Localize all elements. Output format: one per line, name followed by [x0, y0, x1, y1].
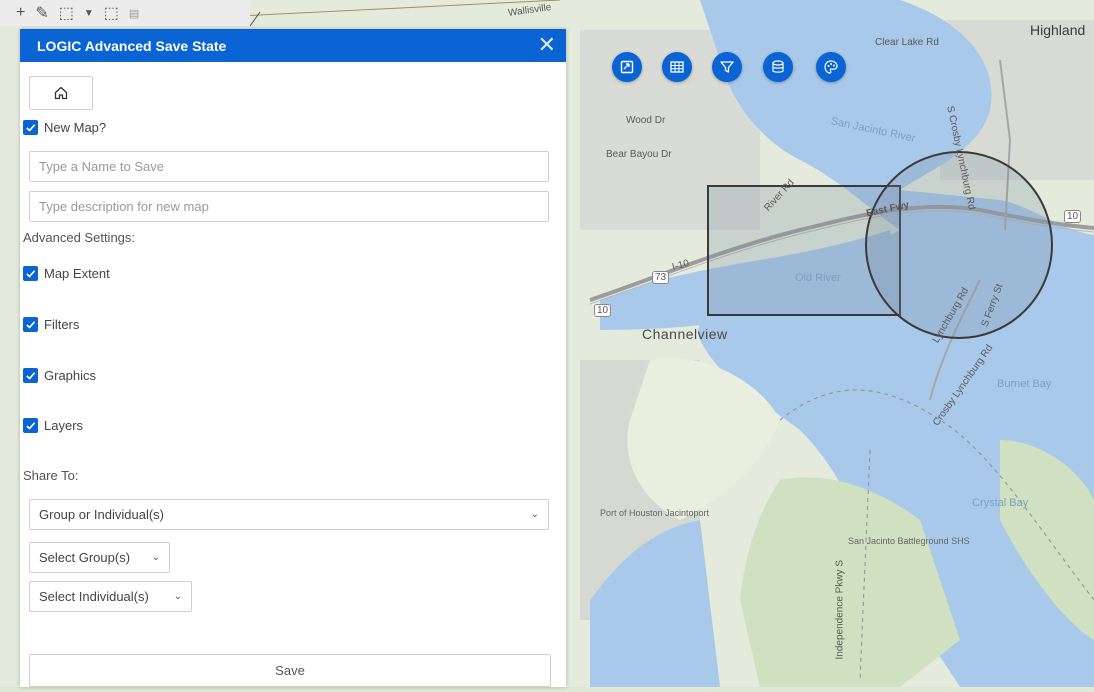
- setting-row-filters: Filters: [23, 317, 79, 332]
- share-type-value: Group or Individual(s): [39, 507, 164, 522]
- individual-select[interactable]: Select Individual(s) ⌄: [29, 581, 192, 612]
- caret-down-icon[interactable]: ▼: [84, 8, 94, 19]
- palette-icon: [824, 60, 838, 74]
- select-pointer-icon[interactable]: ⬚: [104, 3, 119, 23]
- group-select[interactable]: Select Group(s) ⌄: [29, 542, 170, 573]
- save-state-button[interactable]: [612, 52, 642, 82]
- sh73-shield: 73: [652, 271, 670, 284]
- share-type-select[interactable]: Group or Individual(s) ⌄: [29, 499, 549, 530]
- map-label-independence-pkwy: Independence Pkwy S: [834, 560, 846, 660]
- filters-checkbox[interactable]: [23, 317, 38, 332]
- map-name-input[interactable]: [29, 151, 549, 182]
- panel-title: LOGIC Advanced Save State: [37, 37, 227, 54]
- database-icon: [772, 60, 784, 73]
- setting-row-graphics: Graphics: [23, 368, 96, 383]
- filter-icon: [720, 61, 734, 73]
- save-state-panel: LOGIC Advanced Save State ✕ New Map? Adv…: [20, 29, 566, 687]
- map-extent-label: Map Extent: [44, 266, 110, 281]
- layers-label: Layers: [44, 418, 84, 433]
- map-description-input[interactable]: [29, 191, 549, 222]
- map-label-san-jacinto-battleground: San Jacinto Battleground SHS: [848, 536, 970, 546]
- setting-row-map-extent: Map Extent: [23, 266, 110, 281]
- home-button[interactable]: [29, 76, 93, 110]
- table-icon: [670, 61, 684, 73]
- i10-shield-left: 10: [594, 304, 612, 317]
- new-map-checkbox[interactable]: [23, 120, 38, 135]
- layers-db-button[interactable]: [763, 52, 793, 82]
- map-label-clear-lake-rd: Clear Lake Rd: [875, 37, 939, 48]
- map-label-port-of-houston: Port of Houston Jacintoport: [600, 508, 710, 518]
- filter-button[interactable]: [712, 52, 742, 82]
- map-label-bear-bayou-dr: Bear Bayou Dr: [606, 149, 672, 160]
- share-to-label: Share To:: [23, 468, 79, 483]
- map-label-old-river: Old River: [795, 272, 841, 284]
- save-button[interactable]: Save: [29, 654, 551, 687]
- checkmark-icon: [26, 422, 36, 430]
- bookmark-icon: [620, 60, 634, 74]
- home-icon: [54, 86, 68, 100]
- chevron-down-icon: ⌄: [173, 591, 182, 602]
- individual-select-value: Select Individual(s): [39, 589, 149, 604]
- new-map-row: New Map?: [23, 120, 106, 135]
- close-icon[interactable]: ✕: [538, 34, 556, 57]
- layers-checkbox[interactable]: [23, 418, 38, 433]
- group-select-value: Select Group(s): [39, 550, 131, 565]
- filters-label: Filters: [44, 317, 80, 332]
- map-label-crystal-bay: Crystal Bay: [972, 497, 1029, 509]
- checkmark-icon: [26, 372, 36, 380]
- map-label-wood-dr: Wood Dr: [626, 115, 666, 126]
- map-label-burnet-bay: Burnet Bay: [997, 378, 1052, 390]
- advanced-settings-label: Advanced Settings:: [23, 230, 136, 245]
- chevron-down-icon: ⌄: [530, 509, 539, 520]
- panel-header: LOGIC Advanced Save State ✕: [20, 29, 566, 62]
- panel-body: New Map? Advanced Settings: Map Extent F…: [20, 62, 566, 687]
- select-rect-icon[interactable]: ⬚: [59, 3, 74, 23]
- pencil-icon[interactable]: ✎: [35, 3, 48, 23]
- map-extent-checkbox[interactable]: [23, 266, 38, 281]
- map-label-channelview: Channelview: [642, 326, 728, 342]
- style-button[interactable]: [816, 52, 846, 82]
- drawing-toolbar: + ✎ ⬚ ▼ ⬚ ▤: [0, 0, 250, 26]
- new-map-label: New Map?: [44, 120, 107, 135]
- plus-icon[interactable]: +: [16, 4, 25, 22]
- checkmark-icon: [26, 270, 36, 278]
- setting-row-layers: Layers: [23, 418, 83, 433]
- i10-shield-right: 10: [1064, 210, 1082, 223]
- checkmark-icon: [26, 321, 36, 329]
- map-label-highlands: Highland: [1030, 22, 1086, 38]
- checkmark-icon: [26, 124, 36, 132]
- table-button[interactable]: [662, 52, 692, 82]
- graphics-label: Graphics: [44, 368, 97, 383]
- legend-icon[interactable]: ▤: [129, 7, 139, 20]
- graphics-checkbox[interactable]: [23, 368, 38, 383]
- chevron-down-icon: ⌄: [151, 552, 160, 563]
